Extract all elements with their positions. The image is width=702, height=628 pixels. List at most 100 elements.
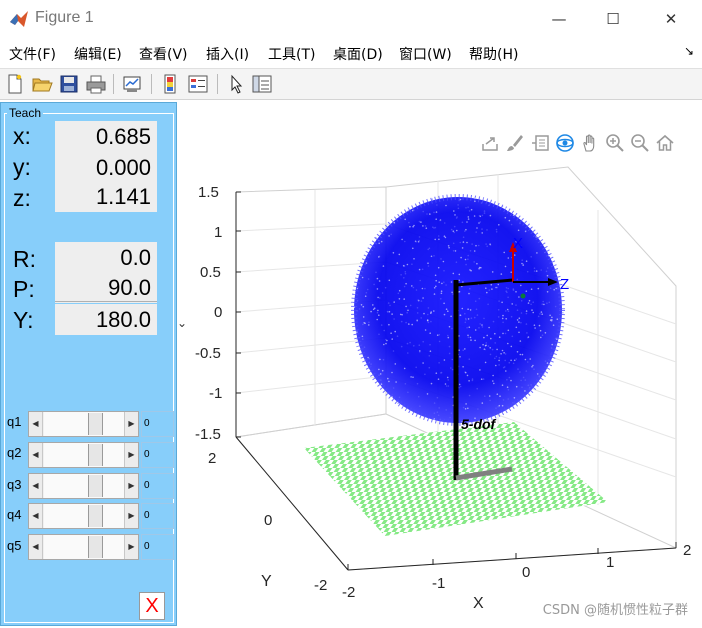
workspace-point bbox=[428, 199, 430, 202]
workspace-point bbox=[469, 250, 472, 252]
maximize-button[interactable]: ☐ bbox=[590, 0, 636, 38]
joint-slider-q2[interactable]: ◀ ▶ bbox=[28, 442, 139, 468]
workspace-point bbox=[427, 321, 430, 324]
pose-value-roll: 0.0 bbox=[55, 242, 157, 273]
slider-right-arrow-icon[interactable]: ▶ bbox=[124, 535, 138, 559]
slider-track[interactable] bbox=[44, 474, 124, 498]
slider-left-arrow-icon[interactable]: ◀ bbox=[29, 474, 43, 498]
workspace-point bbox=[356, 310, 358, 312]
joint-value-q4[interactable]: 0 bbox=[141, 503, 174, 529]
workspace-point bbox=[380, 240, 383, 243]
slider-track[interactable] bbox=[44, 443, 124, 467]
link-plot-icon[interactable] bbox=[121, 73, 143, 95]
menu-insert[interactable]: 插入(I) bbox=[206, 44, 249, 64]
slider-left-arrow-icon[interactable]: ◀ bbox=[29, 443, 43, 467]
dock-arrow-icon[interactable]: ↘ bbox=[684, 44, 694, 58]
slider-right-arrow-icon[interactable]: ▶ bbox=[124, 412, 138, 436]
menu-window[interactable]: 窗口(W) bbox=[399, 44, 452, 64]
joint-slider-q5[interactable]: ◀ ▶ bbox=[28, 534, 139, 560]
y-axis-label: Y bbox=[261, 573, 272, 590]
workspace-point bbox=[378, 280, 381, 282]
workspace-point bbox=[507, 342, 509, 345]
workspace-point bbox=[513, 403, 516, 406]
workspace-point bbox=[451, 368, 454, 371]
slider-thumb[interactable] bbox=[88, 444, 103, 466]
workspace-point bbox=[466, 241, 468, 244]
minimize-button[interactable]: — bbox=[536, 0, 582, 38]
menu-help[interactable]: 帮助(H) bbox=[469, 44, 518, 64]
open-file-icon[interactable] bbox=[31, 73, 53, 95]
menu-desktop[interactable]: 桌面(D) bbox=[333, 44, 383, 64]
workspace-point bbox=[433, 293, 436, 295]
workspace-point bbox=[379, 358, 381, 361]
insert-legend-icon[interactable] bbox=[187, 73, 209, 95]
slider-track[interactable] bbox=[44, 504, 124, 528]
workspace-point bbox=[562, 311, 564, 314]
workspace-point bbox=[488, 289, 491, 291]
workspace-point bbox=[549, 314, 551, 317]
slider-left-arrow-icon[interactable]: ◀ bbox=[29, 535, 43, 559]
teach-close-button[interactable]: X bbox=[139, 592, 165, 620]
workspace-point bbox=[399, 313, 402, 316]
workspace-point bbox=[419, 405, 421, 408]
insert-colorbar-icon[interactable] bbox=[159, 73, 181, 95]
slider-right-arrow-icon[interactable]: ▶ bbox=[124, 474, 138, 498]
workspace-point bbox=[477, 244, 480, 247]
slider-right-arrow-icon[interactable]: ▶ bbox=[124, 504, 138, 528]
slider-left-arrow-icon[interactable]: ◀ bbox=[29, 504, 43, 528]
workspace-point bbox=[353, 306, 356, 309]
workspace-point bbox=[411, 209, 414, 212]
workspace-point bbox=[440, 258, 442, 260]
joint-slider-q4[interactable]: ◀ ▶ bbox=[28, 503, 139, 529]
menu-tools[interactable]: 工具(T) bbox=[268, 44, 315, 64]
workspace-point bbox=[543, 303, 545, 306]
workspace-point bbox=[438, 281, 441, 283]
teach-panel: Teach x: 0.685 y: 0.000 z: 1.141 R: 0.0 … bbox=[0, 102, 177, 626]
workspace-point bbox=[365, 292, 368, 294]
joint-slider-q1[interactable]: ◀ ▶ bbox=[28, 411, 139, 437]
edit-plot-icon[interactable] bbox=[225, 73, 247, 95]
menu-edit[interactable]: 编辑(E) bbox=[74, 44, 122, 64]
workspace-point bbox=[454, 214, 456, 216]
new-figure-icon[interactable] bbox=[4, 73, 26, 95]
close-window-button[interactable]: ✕ bbox=[648, 0, 694, 38]
joint-value-q1[interactable]: 0 bbox=[141, 411, 174, 437]
slider-thumb[interactable] bbox=[88, 536, 103, 558]
workspace-point bbox=[394, 363, 397, 365]
slider-thumb[interactable] bbox=[88, 505, 103, 527]
workspace-point bbox=[464, 317, 467, 320]
workspace-point bbox=[498, 224, 500, 226]
joint-value-q2[interactable]: 0 bbox=[141, 442, 174, 468]
workspace-point bbox=[522, 376, 525, 379]
workspace-point bbox=[426, 213, 428, 215]
pose-label-z: z: bbox=[13, 185, 31, 211]
slider-thumb[interactable] bbox=[88, 413, 103, 435]
joint-value-q3[interactable]: 0 bbox=[141, 473, 174, 499]
workspace-point bbox=[468, 380, 470, 382]
workspace-point bbox=[379, 373, 382, 375]
workspace-point bbox=[542, 300, 544, 303]
robot-3d-plot[interactable]: X Z 5-dof 1.5 1 0.5 0 -0.5 -1 -1.5 2 0 -… bbox=[178, 100, 702, 628]
print-icon[interactable] bbox=[85, 73, 107, 95]
slider-right-arrow-icon[interactable]: ▶ bbox=[124, 443, 138, 467]
workspace-point bbox=[498, 404, 501, 407]
property-inspector-icon[interactable] bbox=[251, 73, 273, 95]
teach-panel-title: Teach bbox=[7, 106, 44, 120]
workspace-point bbox=[361, 338, 364, 340]
x-tick-label: 2 bbox=[683, 542, 691, 559]
save-icon[interactable] bbox=[58, 73, 80, 95]
slider-left-arrow-icon[interactable]: ◀ bbox=[29, 412, 43, 436]
workspace-point bbox=[412, 376, 414, 379]
workspace-point bbox=[515, 358, 518, 360]
menu-file[interactable]: 文件(F) bbox=[9, 44, 56, 64]
workspace-point bbox=[497, 309, 500, 311]
slider-track[interactable] bbox=[44, 412, 124, 436]
slider-thumb[interactable] bbox=[88, 475, 103, 497]
workspace-point bbox=[483, 210, 486, 212]
slider-track[interactable] bbox=[44, 535, 124, 559]
joint-slider-q3[interactable]: ◀ ▶ bbox=[28, 473, 139, 499]
workspace-point bbox=[378, 368, 380, 371]
joint-value-q5[interactable]: 0 bbox=[141, 534, 174, 560]
menu-view[interactable]: 查看(V) bbox=[139, 44, 188, 64]
workspace-point bbox=[413, 345, 415, 347]
